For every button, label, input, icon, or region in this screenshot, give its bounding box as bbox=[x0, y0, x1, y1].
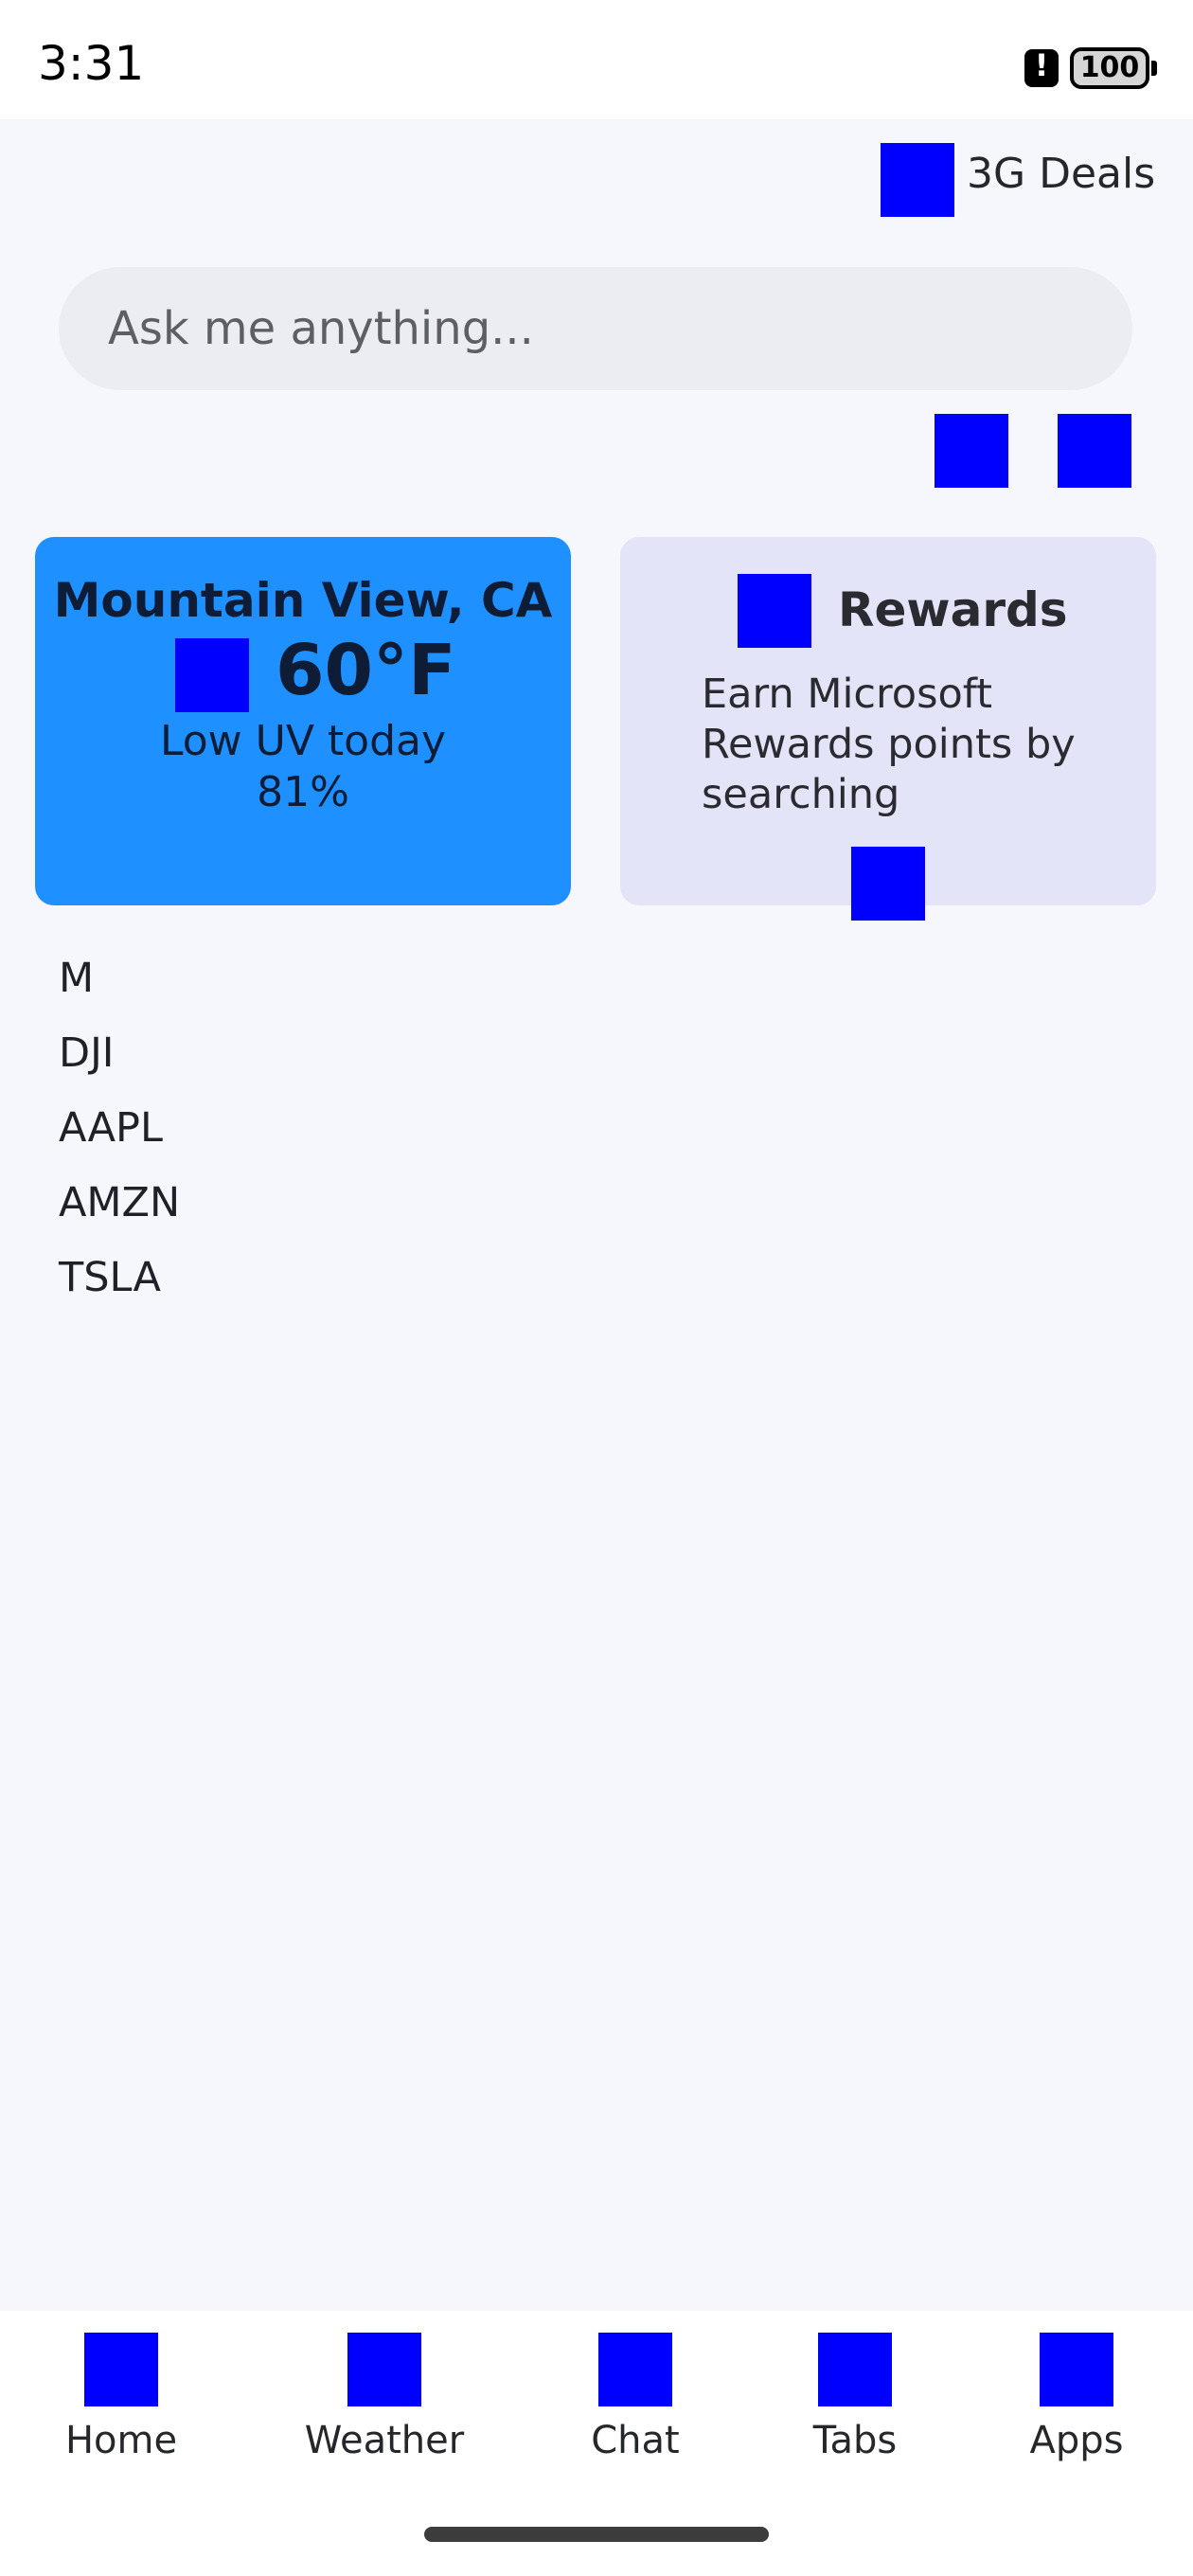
battery-icon: 100 bbox=[1070, 47, 1157, 89]
weather-temperature: 60°F bbox=[276, 630, 456, 711]
rewards-description: Earn Microsoft Rewards points by searchi… bbox=[702, 671, 1076, 818]
weather-card[interactable]: Mountain View, CA 60°F Low UV today 81% bbox=[35, 537, 571, 905]
nav-weather-label[interactable]: Weather bbox=[290, 2419, 479, 2462]
deals-label[interactable]: 3G Deals bbox=[967, 150, 1155, 198]
search-bar[interactable] bbox=[59, 267, 1132, 390]
tabs-icon[interactable] bbox=[818, 2333, 892, 2406]
rewards-action-icon[interactable] bbox=[851, 847, 925, 921]
ticker-item[interactable]: M bbox=[59, 947, 180, 1022]
nav-apps-label[interactable]: Apps bbox=[982, 2419, 1171, 2462]
visual-search-icon[interactable] bbox=[935, 414, 1008, 488]
rewards-title: Rewards bbox=[838, 582, 1068, 637]
ticker-item[interactable]: AMZN bbox=[59, 1172, 180, 1246]
voice-search-icon[interactable] bbox=[1058, 414, 1131, 488]
home-indicator[interactable] bbox=[424, 2527, 769, 2542]
status-time: 3:31 bbox=[38, 36, 145, 91]
rewards-icon bbox=[738, 574, 811, 648]
weather-humidity: 81% bbox=[257, 768, 349, 816]
deals-icon[interactable] bbox=[881, 143, 954, 217]
alert-icon bbox=[1024, 47, 1059, 87]
weather-city: Mountain View, CA bbox=[53, 573, 553, 628]
rewards-card[interactable]: Rewards Earn Microsoft Rewards points by… bbox=[620, 537, 1156, 921]
nav-tabs-label[interactable]: Tabs bbox=[760, 2419, 950, 2462]
chat-icon[interactable] bbox=[598, 2333, 672, 2406]
nav-home-label[interactable]: Home bbox=[27, 2419, 216, 2462]
battery-level: 100 bbox=[1079, 51, 1140, 84]
weather-uv: Low UV today bbox=[159, 717, 447, 765]
browser-home-screen: 3:31 100 3G Deals Mountain View, CA 60°F… bbox=[0, 0, 1193, 2576]
ticker-item[interactable]: DJI bbox=[59, 1022, 180, 1097]
weather-icon[interactable] bbox=[347, 2333, 421, 2406]
weather-condition-icon bbox=[175, 638, 249, 712]
nav-chat-label[interactable]: Chat bbox=[541, 2419, 730, 2462]
home-icon[interactable] bbox=[84, 2333, 158, 2406]
stock-ticker-list: M DJI AAPL AMZN TSLA bbox=[59, 947, 180, 1321]
apps-icon[interactable] bbox=[1040, 2333, 1113, 2406]
status-bar: 3:31 100 bbox=[0, 0, 1193, 119]
ticker-item[interactable]: AAPL bbox=[59, 1097, 180, 1172]
search-input[interactable] bbox=[108, 267, 1102, 390]
ticker-item[interactable]: TSLA bbox=[59, 1246, 180, 1321]
bottom-nav: Home Weather Chat Tabs Apps bbox=[0, 2311, 1193, 2576]
